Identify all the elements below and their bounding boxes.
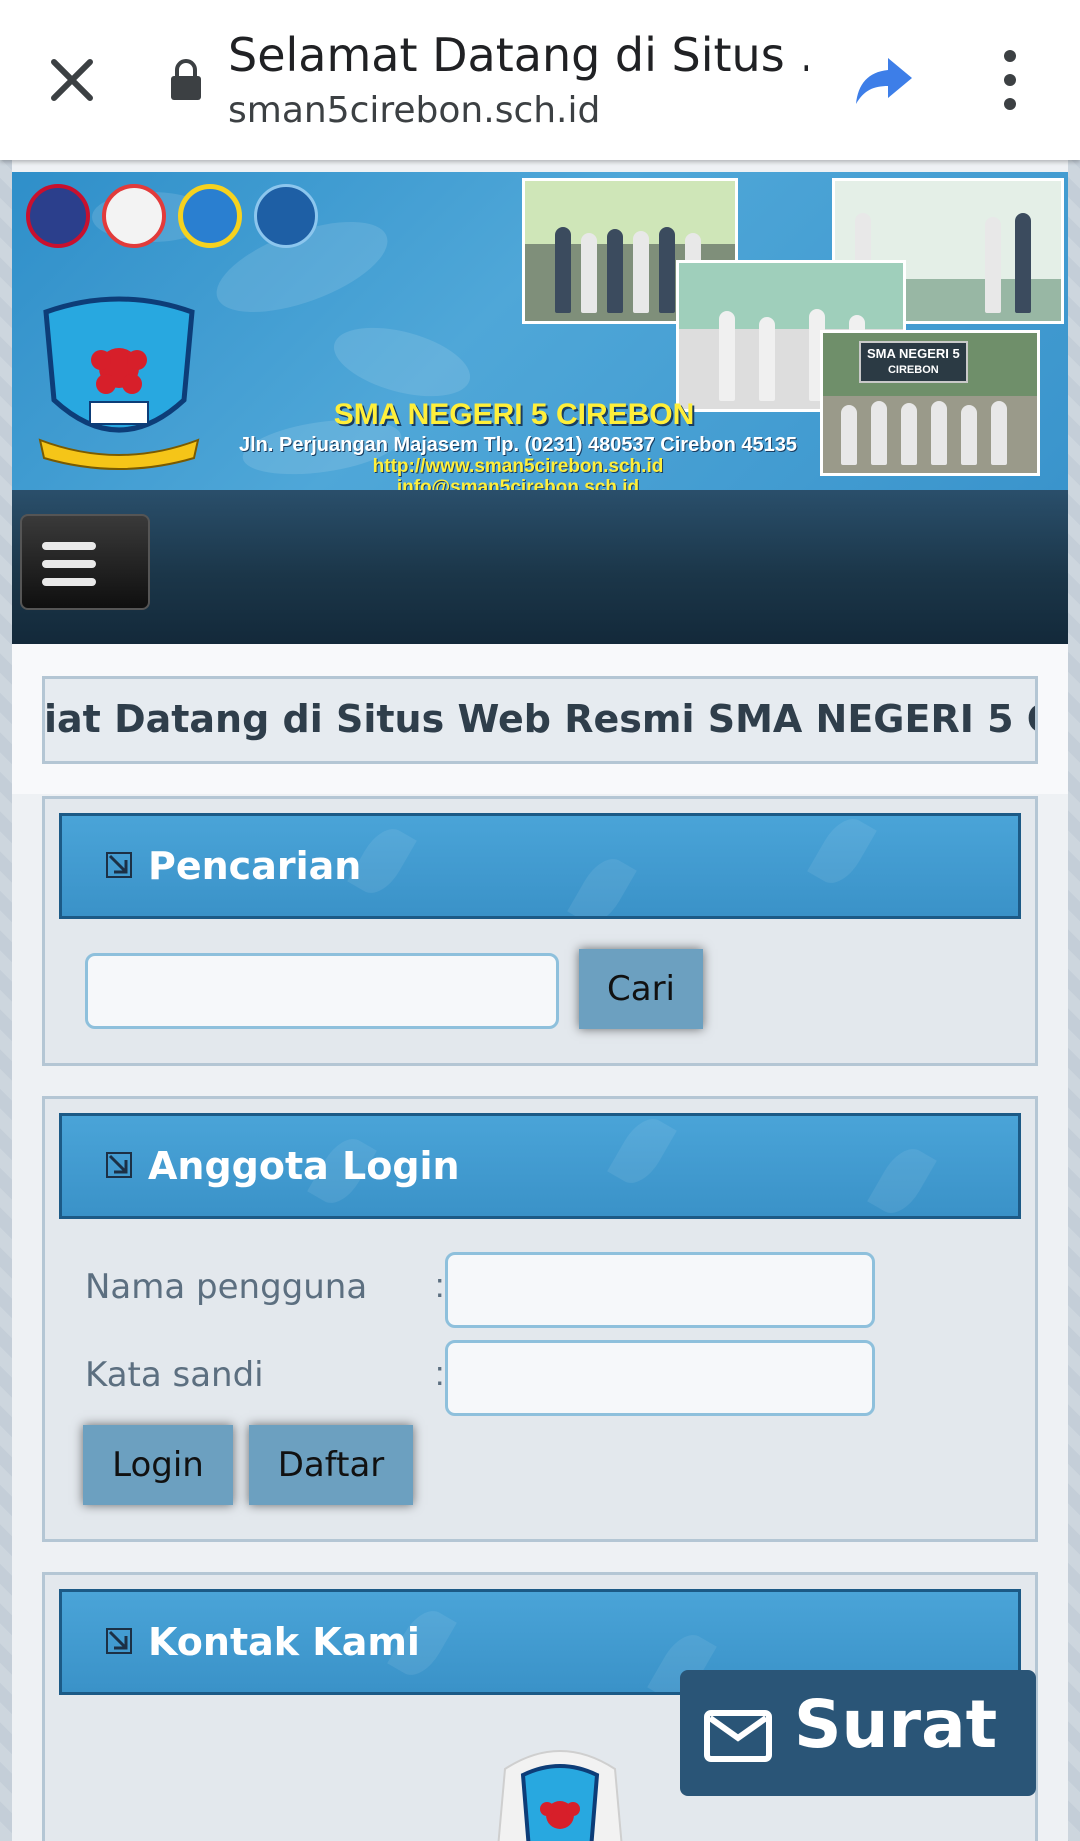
- surat-button[interactable]: Surat: [680, 1670, 1036, 1796]
- more-vert-icon[interactable]: [996, 48, 1024, 112]
- search-widget: Pencarian Cari: [42, 796, 1038, 1066]
- partner-logo-1: [26, 184, 90, 248]
- page-title[interactable]: Selamat Datang di Situs …: [228, 28, 808, 82]
- browser-toolbar: Selamat Datang di Situs … sman5cirebon.s…: [0, 0, 1080, 160]
- school-address: Jln. Perjuangan Majasem Tlp. (0231) 4805…: [238, 434, 798, 456]
- marquee-text: iat Datang di Situs Web Resmi SMA NEGERI…: [44, 697, 1035, 741]
- welcome-marquee: iat Datang di Situs Web Resmi SMA NEGERI…: [42, 676, 1038, 764]
- school-name: SMA NEGERI 5 CIREBON: [333, 398, 695, 431]
- username-label: Nama pengguna: [85, 1267, 368, 1307]
- surat-label: Surat: [794, 1686, 998, 1763]
- sign-text-1: SMA NEGERI 5: [867, 346, 960, 361]
- password-label: Kata sandi: [85, 1355, 264, 1395]
- close-icon[interactable]: [40, 48, 104, 112]
- lock-icon: [171, 59, 201, 100]
- partner-logo-2: [102, 184, 166, 248]
- search-input[interactable]: [85, 953, 559, 1029]
- page-background: SMA NEGERI 5 CIREBON SMA NEGERI 5 CIREBO…: [0, 160, 1080, 1841]
- marquee-section: iat Datang di Situs Web Resmi SMA NEGERI…: [12, 644, 1068, 794]
- password-colon: :: [435, 1355, 445, 1393]
- username-colon: :: [435, 1267, 445, 1305]
- widget-arrow-icon: [106, 1152, 132, 1178]
- school-email: info@sman5cirebon.sch.id: [396, 477, 640, 490]
- search-widget-header: Pencarian: [59, 813, 1021, 919]
- register-button[interactable]: Daftar: [249, 1425, 413, 1505]
- search-widget-title: Pencarian: [148, 844, 362, 888]
- page-url[interactable]: sman5cirebon.sch.id: [228, 90, 600, 131]
- username-field[interactable]: [445, 1252, 875, 1328]
- partner-logo-3: [178, 184, 242, 248]
- contact-widget-title: Kontak Kami: [148, 1620, 420, 1664]
- share-icon[interactable]: [852, 50, 916, 110]
- login-button[interactable]: Login: [83, 1425, 233, 1505]
- school-website: http://www.sman5cirebon.sch.id: [372, 456, 664, 477]
- banner-photo-school-sign: SMA NEGERI 5 CIREBON: [820, 330, 1040, 476]
- login-widget-title: Anggota Login: [148, 1144, 460, 1188]
- password-field[interactable]: [445, 1340, 875, 1416]
- search-button[interactable]: Cari: [579, 949, 703, 1029]
- sign-text-2: CIREBON: [887, 364, 939, 376]
- login-widget: Anggota Login Nama pengguna : Kata sandi…: [42, 1096, 1038, 1542]
- nav-bar: [12, 490, 1068, 644]
- school-crest-logo: [497, 1750, 623, 1841]
- school-crest-logo: [38, 296, 200, 470]
- widget-arrow-icon: [106, 1628, 132, 1654]
- widget-arrow-icon: [106, 852, 132, 878]
- partner-logo-4: [254, 184, 318, 248]
- hamburger-menu-icon[interactable]: [20, 514, 150, 610]
- login-widget-header: Anggota Login: [59, 1113, 1021, 1219]
- mail-icon: [704, 1710, 772, 1762]
- page-content: SMA NEGERI 5 CIREBON SMA NEGERI 5 CIREBO…: [12, 160, 1068, 1841]
- header-banner[interactable]: SMA NEGERI 5 CIREBON SMA NEGERI 5 CIREBO…: [12, 172, 1068, 490]
